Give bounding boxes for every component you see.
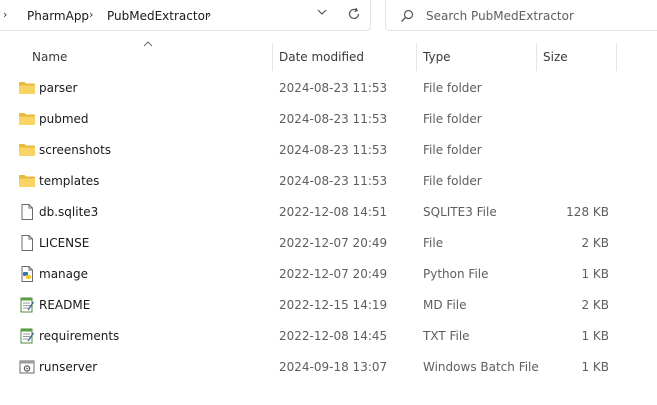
column-divider[interactable] [416,43,417,71]
list-item[interactable]: db.sqlite3 2022-12-08 14:51 SQLITE3 File… [0,197,657,228]
file-type: Python File [423,267,489,281]
address-bar[interactable]: › PharmApp › PubMedExtractor › [0,0,371,31]
file-date: 2024-09-18 13:07 [279,360,388,374]
file-size: 128 KB [566,205,609,219]
notepad-file-icon [18,327,36,345]
column-name[interactable]: Name [32,50,67,64]
refresh-icon[interactable] [347,7,361,25]
file-name: runserver [39,360,98,374]
folder-icon [18,172,36,190]
column-divider[interactable] [536,43,537,71]
list-item[interactable]: manage 2022-12-07 20:49 Python File 1 KB [0,259,657,290]
sort-ascending-icon [143,40,153,50]
file-type: TXT File [423,329,470,343]
file-icon [18,203,36,221]
file-date: 2024-08-23 11:53 [279,174,388,188]
folder-icon [18,110,36,128]
file-type: File [423,236,444,250]
file-type: File folder [423,112,482,126]
column-size[interactable]: Size [543,50,568,64]
batch-file-icon [18,358,36,376]
file-date: 2022-12-07 20:49 [279,236,388,250]
file-name: parser [39,81,78,95]
folder-icon [18,141,36,159]
list-item[interactable]: screenshots 2024-08-23 11:53 File folder [0,135,657,166]
file-name: manage [39,267,89,281]
breadcrumb-separator: › [89,8,94,21]
file-date: 2024-08-23 11:53 [279,112,388,126]
file-size: 1 KB [581,360,609,374]
file-name: requirements [39,329,120,343]
file-size: 2 KB [581,298,609,312]
file-date: 2024-08-23 11:53 [279,143,388,157]
column-header: Name Date modified Type Size [0,40,657,74]
column-divider[interactable] [616,43,617,71]
list-item[interactable]: README 2022-12-15 14:19 MD File 2 KB [0,290,657,321]
breadcrumb-separator: › [3,8,8,21]
list-item[interactable]: templates 2024-08-23 11:53 File folder [0,166,657,197]
folder-icon [18,79,36,97]
list-item[interactable]: requirements 2022-12-08 14:45 TXT File 1… [0,321,657,352]
file-date: 2022-12-07 20:49 [279,267,388,281]
chevron-down-icon[interactable] [316,6,328,22]
file-date: 2024-08-23 11:53 [279,81,388,95]
list-item[interactable]: runserver 2024-09-18 13:07 Windows Batch… [0,352,657,383]
file-type: File folder [423,81,482,95]
file-type: SQLITE3 File [423,205,497,219]
column-date-modified[interactable]: Date modified [279,50,364,64]
search-box[interactable]: Search PubMedExtractor [385,0,657,31]
list-item[interactable]: parser 2024-08-23 11:53 File folder [0,73,657,104]
breadcrumb-pharmapp[interactable]: PharmApp [27,9,89,23]
column-divider[interactable] [272,43,273,71]
breadcrumb-separator: › [207,8,212,21]
file-name: db.sqlite3 [39,205,99,219]
file-type: File folder [423,174,482,188]
breadcrumb-pubmedextractor[interactable]: PubMedExtractor [107,9,210,23]
file-name: templates [39,174,100,188]
file-icon [18,234,36,252]
python-file-icon [18,265,36,283]
file-size: 1 KB [581,329,609,343]
file-type: File folder [423,143,482,157]
list-item[interactable]: pubmed 2024-08-23 11:53 File folder [0,104,657,135]
list-item[interactable]: LICENSE 2022-12-07 20:49 File 2 KB [0,228,657,259]
file-name: screenshots [39,143,112,157]
search-input[interactable]: Search PubMedExtractor [426,9,574,23]
file-name: LICENSE [39,236,90,250]
file-date: 2022-12-08 14:51 [279,205,388,219]
notepad-file-icon [18,296,36,314]
file-size: 2 KB [581,236,609,250]
file-date: 2022-12-15 14:19 [279,298,388,312]
column-type[interactable]: Type [423,50,451,64]
file-name: README [39,298,91,312]
file-type: Windows Batch File [423,360,539,374]
file-size: 1 KB [581,267,609,281]
file-type: MD File [423,298,467,312]
file-date: 2022-12-08 14:45 [279,329,388,343]
file-name: pubmed [39,112,89,126]
search-icon [400,8,414,27]
